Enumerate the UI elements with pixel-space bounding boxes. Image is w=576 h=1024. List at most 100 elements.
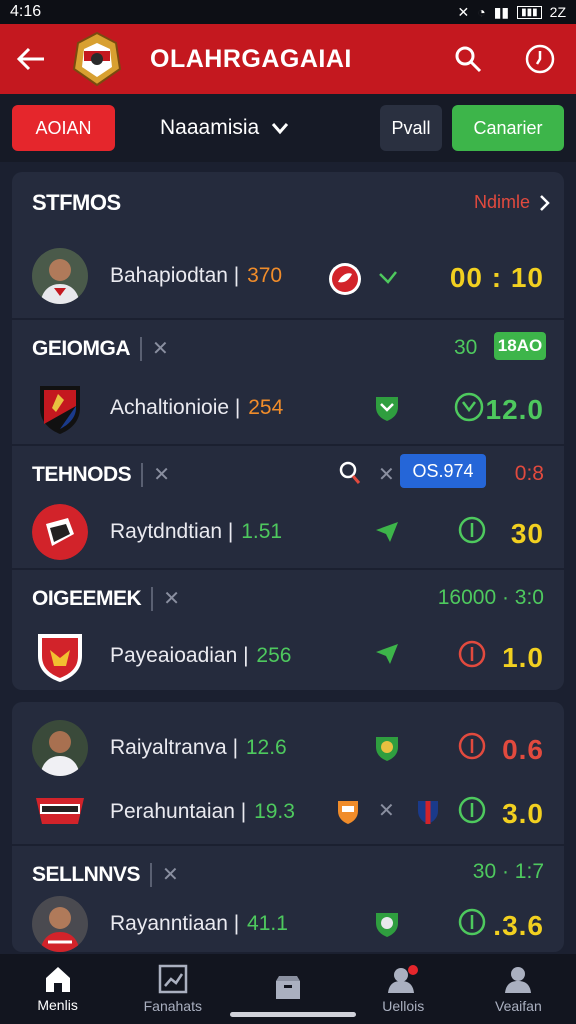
- club-crest: [32, 628, 88, 684]
- shield-icon: [376, 397, 398, 421]
- section-title: OIGEEMEK ✕: [32, 586, 180, 611]
- dropdown[interactable]: Naaamisia: [160, 112, 289, 144]
- match-row[interactable]: Perahuntaian | 19.3 ✕ 3.0: [12, 778, 564, 840]
- section-value: 16000 · 3:0: [437, 586, 544, 609]
- status-badge: 18AO: [494, 332, 546, 360]
- match-row[interactable]: Raiyaltranva | 12.6 0.6: [12, 714, 564, 776]
- close-icon: ✕: [153, 464, 170, 486]
- card-header: STFMOS Ndimle: [12, 172, 564, 234]
- users-icon: [388, 965, 419, 993]
- player-avatar: [32, 896, 88, 952]
- match-row[interactable]: Rayanntiaan | 41.1 .3.6: [12, 890, 564, 952]
- inbox-icon: [276, 976, 300, 999]
- nav-stats[interactable]: Fanahats: [115, 954, 230, 1024]
- emblem-logo: [62, 28, 132, 90]
- nav-label: Uellois: [382, 998, 425, 1014]
- team-name: Raiyaltranva | 12.6: [110, 736, 287, 759]
- close-icon: ✕: [162, 864, 179, 886]
- clock-icon: [525, 44, 555, 74]
- arrow-left-icon: [16, 47, 44, 71]
- filter-dark-button[interactable]: Pvall: [380, 105, 442, 151]
- signal-icon: ▮▮: [493, 3, 510, 20]
- home-indicator: [230, 1012, 356, 1017]
- club-logo-icon: [329, 263, 361, 295]
- card-title: STFMOS: [32, 190, 121, 215]
- club-logo-icon: [376, 913, 398, 937]
- arrow-icon: [376, 522, 398, 542]
- match-score: 12.0: [485, 394, 544, 425]
- arrow-icon: [376, 644, 398, 664]
- club-crest: [32, 784, 88, 840]
- app-bar: OLAHRGAGAIAI: [0, 24, 576, 94]
- see-more-link[interactable]: Ndimle: [474, 192, 550, 213]
- filter-red-button[interactable]: AOIAN: [12, 105, 115, 151]
- player-avatar: [32, 720, 88, 776]
- close-icon: ✕: [152, 338, 169, 360]
- live-icon: [458, 516, 486, 544]
- match-score: 0.6: [502, 734, 544, 765]
- chart-icon: [158, 964, 188, 994]
- close-icon[interactable]: ✕: [378, 798, 395, 823]
- profile-icon: [505, 967, 532, 993]
- live-icon: [458, 908, 486, 936]
- live-icon: [454, 392, 484, 422]
- match-row[interactable]: Payeaioadian | 256 1.0: [12, 622, 564, 684]
- search-icon: [455, 46, 482, 73]
- club-logo-icon: [376, 737, 398, 761]
- app-title: OLAHRGAGAIAI: [150, 44, 352, 73]
- team-name: Perahuntaian | 19.3: [110, 800, 295, 823]
- nav-users[interactable]: Uellois: [346, 954, 461, 1024]
- match-score: 00 : 10: [449, 262, 544, 293]
- dropdown-label: Naaamisia: [160, 116, 260, 139]
- close-icon[interactable]: ✕: [378, 462, 395, 487]
- match-score: 1.0: [502, 642, 544, 673]
- back-button[interactable]: [0, 24, 62, 94]
- match-row[interactable]: Raytdndtian | 1.51 30: [12, 498, 564, 560]
- club-logo-icon: [338, 801, 358, 824]
- status-icons: ✕ ◔ ▮▮ ▮▮▮ 2Z: [458, 4, 566, 21]
- see-more-label: Ndimle: [473, 192, 530, 212]
- live-icon: [458, 640, 486, 668]
- search-button[interactable]: [432, 24, 504, 94]
- match-score: .3.6: [493, 910, 544, 941]
- nav-label: Menlis: [37, 997, 78, 1013]
- odds-badge[interactable]: OS.974: [400, 454, 486, 488]
- nav-home[interactable]: Menlis: [0, 954, 115, 1024]
- team-name: Payeaioadian | 256: [110, 644, 292, 667]
- match-score: 30: [510, 518, 544, 549]
- section-value: 30: [454, 336, 478, 359]
- section-title: TEHNODS ✕: [32, 462, 170, 487]
- filter-row: AOIAN Naaamisia Pvall Canarier: [0, 94, 576, 162]
- matches-card: STFMOS Ndimle Bahapiodtan | 370 00 : 10 …: [12, 172, 564, 690]
- check-icon: [379, 271, 397, 284]
- team-name: Rayanntiaan | 41.1: [110, 912, 288, 935]
- nav-profile[interactable]: Veaifan: [461, 954, 576, 1024]
- mute-icon: ✕: [457, 3, 470, 20]
- battery-icon: ▮▮▮: [517, 5, 542, 19]
- player-avatar: [32, 248, 88, 304]
- section-value: 30 · 1:7: [472, 860, 544, 883]
- nav-label: Fanahats: [143, 998, 202, 1014]
- team-name: Bahapiodtan | 370: [110, 264, 283, 287]
- wifi-icon: ◔: [477, 4, 486, 20]
- match-row[interactable]: Achaltionioie | 254 12.0: [12, 374, 564, 436]
- chevron-down-icon: [272, 123, 289, 135]
- team-name: Raytdndtian | 1.51: [110, 520, 283, 543]
- chevron-right-icon: [540, 194, 550, 211]
- team-name: Achaltionioie | 254: [110, 396, 284, 419]
- live-icon: [458, 796, 486, 824]
- section-value: 0:8: [514, 462, 544, 485]
- section-title: GEIOMGA ✕: [32, 336, 169, 361]
- home-icon: [45, 967, 70, 992]
- section-title: SELLNNVS ✕: [32, 862, 179, 887]
- match-score: 3.0: [502, 798, 544, 829]
- club-crest: [32, 504, 88, 560]
- club-logo-icon: [418, 801, 438, 824]
- status-time: 4:16: [10, 3, 42, 20]
- club-crest: [32, 380, 88, 436]
- close-icon: ✕: [163, 588, 180, 610]
- match-row[interactable]: Bahapiodtan | 370 00 : 10: [12, 242, 564, 304]
- clock-button[interactable]: [504, 24, 576, 94]
- filter-green-button[interactable]: Canarier: [452, 105, 564, 151]
- section-header: GEIOMGA ✕ 30 18AO: [12, 320, 564, 382]
